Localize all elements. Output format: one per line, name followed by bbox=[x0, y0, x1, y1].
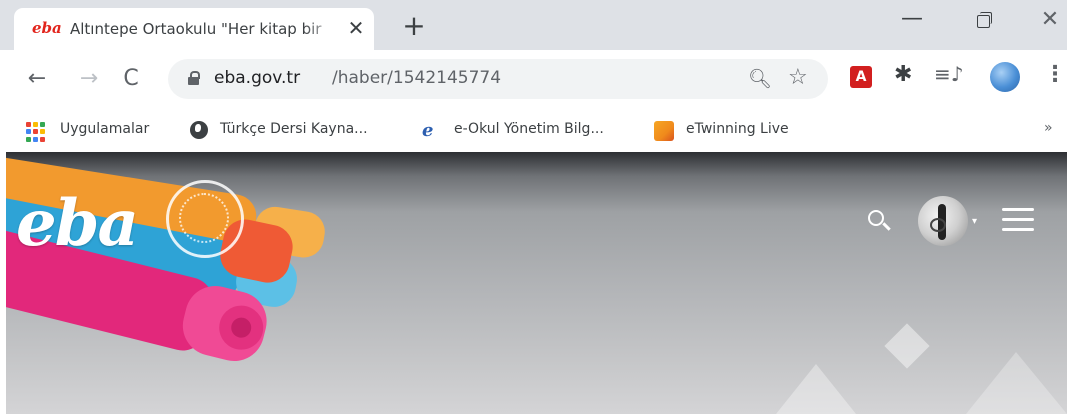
bookmark-label: e-Okul Yönetim Bilg... bbox=[454, 121, 604, 137]
menu-line bbox=[1002, 228, 1034, 231]
chevron-down-icon[interactable]: ▾ bbox=[972, 216, 977, 227]
window-restore-button[interactable] bbox=[960, 6, 1004, 38]
forward-button[interactable]: → bbox=[74, 64, 104, 94]
eba-logo[interactable]: eba bbox=[16, 186, 139, 261]
url-domain[interactable]: eba.gov.tr bbox=[214, 68, 300, 88]
tab-strip: eba Altıntepe Ortaokulu "Her kitap bir ✕… bbox=[0, 0, 1067, 50]
extensions-puzzle-icon[interactable]: ✱ bbox=[894, 62, 912, 87]
media-control-icon[interactable]: ≡♪ bbox=[934, 62, 964, 86]
back-button[interactable]: ← bbox=[22, 64, 52, 94]
eokul-icon: e bbox=[422, 120, 434, 141]
window-minimize-button[interactable]: — bbox=[890, 6, 934, 38]
meb-seal-icon bbox=[166, 180, 244, 258]
bookmark-label: Türkçe Dersi Kayna... bbox=[220, 121, 368, 137]
browser-toolbar: ← → C eba.gov.tr /haber/1542145774 🔍︎ ☆ … bbox=[0, 50, 1067, 108]
avatar-figure-detail bbox=[930, 218, 946, 232]
user-avatar[interactable] bbox=[918, 196, 968, 246]
apps-grid-dot bbox=[33, 136, 38, 142]
etwinning-icon bbox=[654, 121, 674, 141]
apps-grid-icon bbox=[26, 122, 46, 142]
apps-grid-dot bbox=[40, 129, 45, 135]
bookmark-etwinning[interactable]: eTwinning Live bbox=[654, 120, 824, 142]
profile-avatar[interactable] bbox=[990, 62, 1020, 92]
menu-line bbox=[1002, 208, 1034, 211]
eba-page-header: eba ▾ bbox=[6, 152, 1067, 414]
menu-line bbox=[1002, 218, 1034, 221]
apps-grid-dot bbox=[40, 136, 45, 142]
tab-title: Altıntepe Ortaokulu "Her kitap bir bbox=[70, 20, 340, 38]
bookmark-star-icon[interactable]: ☆ bbox=[788, 65, 808, 90]
new-tab-button[interactable]: + bbox=[400, 12, 428, 40]
search-icon[interactable] bbox=[864, 206, 894, 236]
globe-icon bbox=[190, 121, 208, 139]
pdf-extension-icon[interactable]: A bbox=[850, 66, 872, 88]
bookmark-e-okul[interactable]: e e-Okul Yönetim Bilg... bbox=[422, 120, 632, 142]
hamburger-menu-icon[interactable] bbox=[1002, 208, 1034, 232]
apps-grid-dot bbox=[33, 122, 38, 127]
apps-grid-dot bbox=[33, 129, 38, 135]
restore-icon bbox=[977, 15, 990, 28]
eba-favicon-icon: eba bbox=[32, 19, 62, 37]
search-handle bbox=[882, 222, 891, 231]
bookmark-turkce-dersi[interactable]: Türkçe Dersi Kayna... bbox=[190, 120, 400, 142]
apps-grid-dot bbox=[26, 122, 31, 127]
lock-body bbox=[188, 77, 199, 85]
bookmarks-overflow-icon[interactable]: » bbox=[1044, 120, 1053, 136]
reload-button[interactable]: C bbox=[116, 64, 146, 94]
hero-markers-image bbox=[6, 155, 1067, 414]
bookmarks-bar: Uygulamalar Türkçe Dersi Kayna... e e-Ok… bbox=[0, 108, 1067, 152]
address-bar[interactable]: eba.gov.tr /haber/1542145774 🔍︎ ☆ bbox=[168, 59, 828, 99]
seal-inner bbox=[179, 193, 229, 243]
tab-close-icon[interactable]: ✕ bbox=[344, 16, 368, 40]
window-close-button[interactable]: ✕ bbox=[1028, 6, 1067, 38]
browser-menu-icon[interactable]: ⋮ bbox=[1044, 62, 1066, 87]
bookmark-label: Uygulamalar bbox=[60, 121, 150, 137]
bookmark-label: eTwinning Live bbox=[686, 121, 789, 137]
browser-tab[interactable]: eba Altıntepe Ortaokulu "Her kitap bir ✕ bbox=[14, 8, 374, 50]
bookmark-apps[interactable]: Uygulamalar bbox=[26, 120, 176, 142]
apps-grid-dot bbox=[26, 129, 31, 135]
apps-grid-dot bbox=[40, 122, 45, 127]
lock-icon[interactable] bbox=[188, 71, 200, 85]
url-path[interactable]: /haber/1542145774 bbox=[332, 68, 501, 88]
apps-grid-dot bbox=[26, 136, 31, 142]
zoom-icon[interactable]: 🔍︎ bbox=[748, 67, 772, 90]
